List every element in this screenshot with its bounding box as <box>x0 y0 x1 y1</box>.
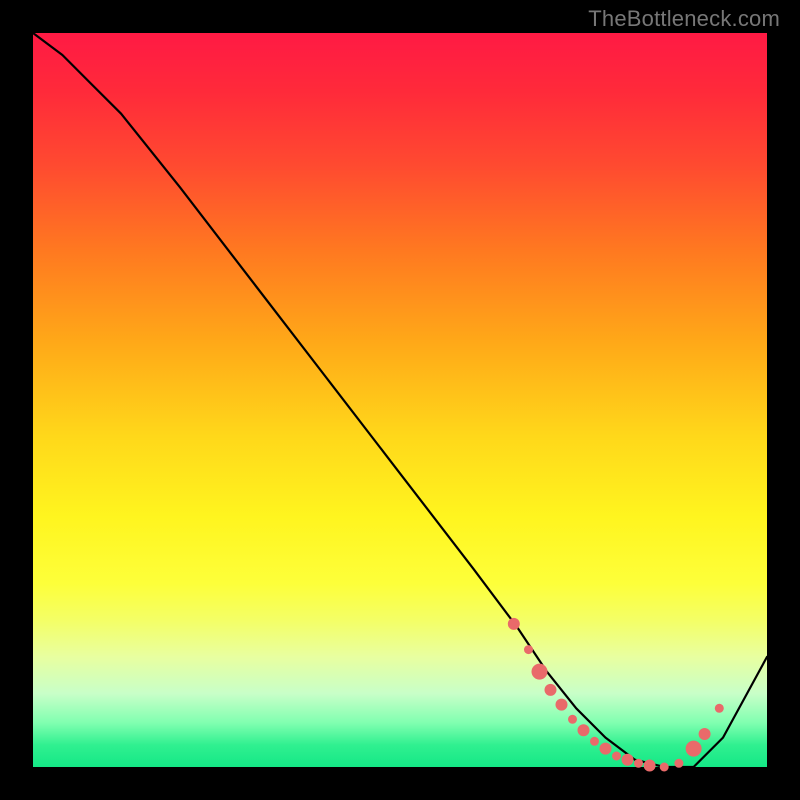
curve-marker <box>644 760 656 772</box>
curve-marker <box>568 715 577 724</box>
curve-marker <box>545 684 557 696</box>
curve-marker <box>612 752 621 761</box>
curve-marker <box>622 754 634 766</box>
chart-svg <box>33 33 767 767</box>
curve-marker <box>715 704 724 713</box>
plot-area <box>33 33 767 767</box>
curve-marker <box>686 741 702 757</box>
curve-marker <box>524 645 533 654</box>
curve-marker <box>556 699 568 711</box>
watermark-text: TheBottleneck.com <box>588 6 780 32</box>
chart-frame: TheBottleneck.com <box>0 0 800 800</box>
curve-marker <box>634 759 643 768</box>
curve-marker <box>660 763 669 772</box>
bottleneck-curve <box>33 33 767 767</box>
curve-markers <box>508 618 724 772</box>
curve-marker <box>532 664 548 680</box>
curve-marker <box>600 743 612 755</box>
curve-marker <box>674 759 683 768</box>
curve-marker <box>590 737 599 746</box>
curve-marker <box>508 618 520 630</box>
curve-marker <box>578 724 590 736</box>
curve-marker <box>699 728 711 740</box>
